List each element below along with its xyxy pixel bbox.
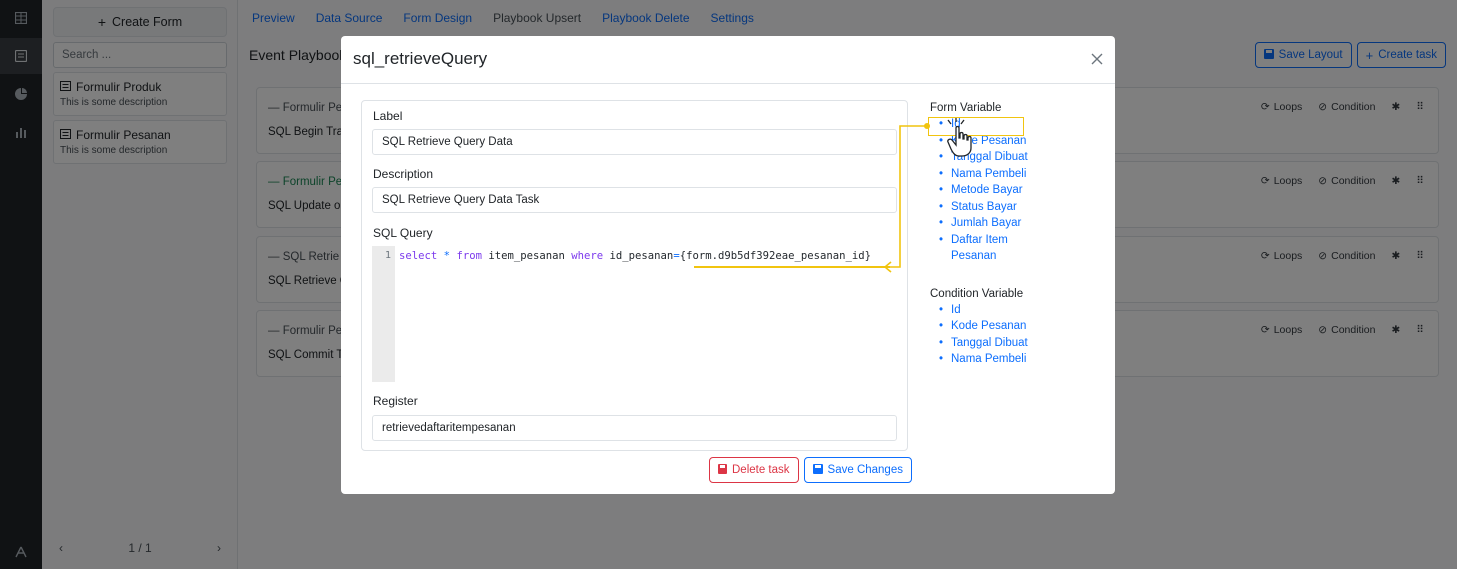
hand-pointer-icon xyxy=(946,118,982,161)
connector-arrow xyxy=(883,123,930,273)
